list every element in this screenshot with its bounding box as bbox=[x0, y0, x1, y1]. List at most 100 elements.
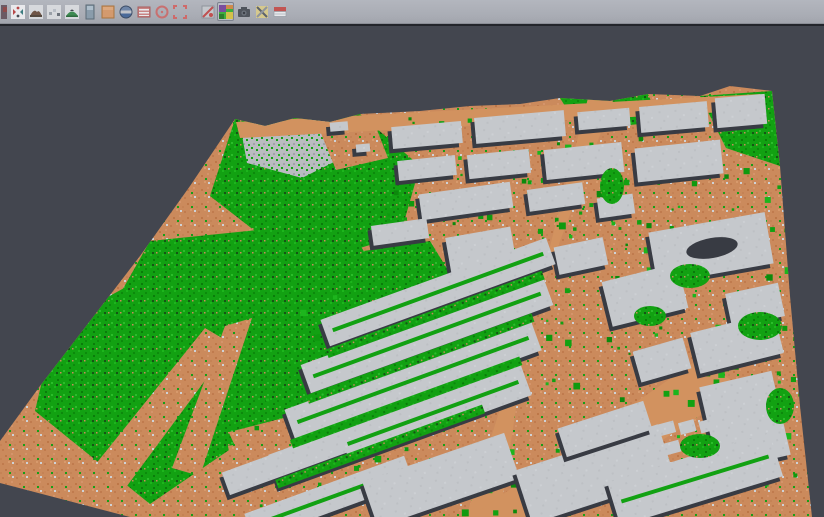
tree-points bbox=[493, 510, 498, 515]
ortho-tile-icon bbox=[100, 4, 115, 20]
registration-align-icon bbox=[10, 4, 25, 20]
tree-points bbox=[513, 510, 517, 514]
tree-points bbox=[628, 353, 630, 355]
tree-points bbox=[589, 203, 593, 207]
tree-points bbox=[278, 386, 282, 390]
clip-outside-button[interactable] bbox=[199, 2, 216, 21]
point-picking-button[interactable] bbox=[45, 2, 62, 21]
tree-points bbox=[724, 174, 728, 178]
flag-stripes-icon bbox=[272, 4, 287, 20]
tree-points bbox=[619, 227, 622, 230]
tree-points bbox=[793, 473, 797, 477]
tree-points bbox=[784, 228, 788, 232]
tree-points bbox=[561, 322, 564, 325]
tree-points bbox=[266, 399, 269, 402]
tree-points bbox=[744, 168, 750, 174]
tree-points bbox=[582, 208, 584, 210]
tree-points bbox=[546, 335, 552, 341]
vegetation-terrain-icon bbox=[64, 4, 79, 20]
camera-button[interactable] bbox=[235, 2, 252, 21]
flag-stripes-button[interactable] bbox=[271, 2, 288, 21]
crop-box-button[interactable] bbox=[171, 2, 188, 21]
tree-points bbox=[546, 382, 549, 385]
tree-points bbox=[677, 435, 680, 438]
tree-points bbox=[405, 447, 409, 451]
point-cloud-scene bbox=[0, 26, 824, 517]
tree-points bbox=[765, 197, 771, 203]
tree-points bbox=[798, 164, 801, 167]
tree-points bbox=[552, 379, 555, 382]
height-layers-button[interactable] bbox=[135, 2, 152, 21]
height-layers-icon bbox=[136, 4, 151, 20]
vegetation-blob bbox=[680, 434, 720, 458]
tree-points bbox=[766, 274, 772, 280]
registration-align-button[interactable] bbox=[9, 2, 26, 21]
globe-icon bbox=[118, 4, 133, 20]
tree-points bbox=[412, 122, 414, 124]
tree-points bbox=[798, 394, 801, 397]
tree-points bbox=[537, 151, 541, 155]
vegetation-blob bbox=[738, 312, 782, 340]
tree-points bbox=[778, 381, 781, 384]
tree-points bbox=[793, 337, 797, 341]
3d-viewport[interactable] bbox=[0, 26, 824, 517]
tree-points bbox=[777, 185, 781, 189]
cross-section-icon bbox=[254, 4, 269, 20]
building bbox=[711, 94, 768, 133]
terrain-hill-icon bbox=[28, 4, 43, 20]
clipped-edge-icon-button[interactable] bbox=[0, 2, 8, 21]
building-roof bbox=[715, 94, 767, 128]
tree-points bbox=[803, 402, 808, 407]
tree-points bbox=[460, 174, 462, 176]
tree-points bbox=[565, 288, 570, 293]
classification-colors-button[interactable] bbox=[217, 2, 234, 21]
terrain-point-cloud bbox=[0, 26, 824, 517]
terrain-hill-button[interactable] bbox=[27, 2, 44, 21]
tree-points bbox=[555, 218, 559, 222]
tree-points bbox=[290, 368, 296, 374]
tree-points bbox=[522, 179, 527, 184]
tree-points bbox=[673, 390, 678, 395]
clipped-edge-icon bbox=[1, 4, 7, 20]
tree-points bbox=[528, 180, 532, 184]
tree-points bbox=[408, 117, 411, 120]
tree-points bbox=[487, 215, 493, 221]
ortho-tile-button[interactable] bbox=[99, 2, 116, 21]
tree-points bbox=[785, 267, 792, 274]
tree-points bbox=[793, 176, 798, 181]
circle-select-button[interactable] bbox=[153, 2, 170, 21]
tree-points bbox=[387, 213, 390, 216]
tree-points bbox=[387, 219, 390, 222]
tree-points bbox=[646, 223, 651, 228]
tree-points bbox=[617, 347, 620, 350]
tree-points bbox=[462, 509, 469, 516]
profile-panel-button[interactable] bbox=[81, 2, 98, 21]
tree-points bbox=[260, 504, 263, 507]
tree-points bbox=[255, 426, 260, 431]
building-roof bbox=[356, 143, 371, 152]
tree-points bbox=[805, 152, 810, 157]
vegetation-terrain-button[interactable] bbox=[63, 2, 80, 21]
vegetation-blob bbox=[600, 168, 624, 204]
tree-points bbox=[300, 310, 306, 316]
tree-points bbox=[732, 208, 734, 210]
tree-points bbox=[777, 371, 781, 375]
tree-points bbox=[404, 217, 407, 220]
tree-points bbox=[637, 220, 641, 224]
tree-points bbox=[375, 456, 382, 463]
globe-button[interactable] bbox=[117, 2, 134, 21]
tree-points bbox=[625, 244, 627, 246]
tree-points bbox=[672, 208, 674, 210]
toolbar-separator bbox=[189, 11, 199, 12]
point-picking-icon bbox=[46, 4, 61, 20]
cross-section-button[interactable] bbox=[253, 2, 270, 21]
tree-points bbox=[546, 320, 548, 322]
circle-select-icon bbox=[154, 4, 169, 20]
tree-points bbox=[354, 466, 359, 471]
tree-points bbox=[278, 303, 283, 308]
classification-colors-icon bbox=[218, 4, 233, 20]
tree-points bbox=[688, 400, 695, 407]
tree-points bbox=[692, 181, 697, 186]
tree-points bbox=[624, 180, 630, 186]
tree-points bbox=[557, 142, 560, 145]
